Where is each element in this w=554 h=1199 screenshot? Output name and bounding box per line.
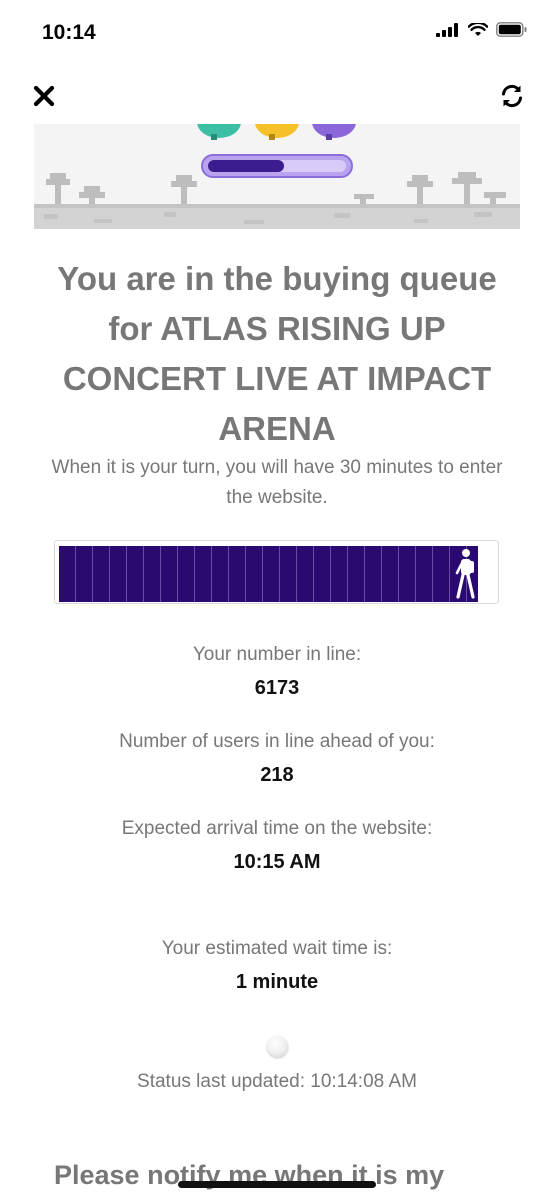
refresh-button[interactable] bbox=[498, 82, 526, 110]
queue-illustration bbox=[34, 124, 520, 229]
users-ahead-value: 218 bbox=[260, 764, 294, 786]
status-time: 10:14 bbox=[42, 21, 96, 44]
teal-creature-icon bbox=[197, 124, 241, 140]
pixel-scene bbox=[34, 124, 520, 229]
signal-icon bbox=[436, 22, 458, 37]
number-in-line: Your number in line: 6173 bbox=[0, 644, 554, 700]
queue-progress-fill bbox=[59, 546, 478, 602]
number-in-line-value: 6173 bbox=[254, 677, 300, 699]
queue-progress-bar bbox=[54, 540, 499, 604]
top-action-bar bbox=[0, 78, 554, 114]
estimated-wait-value: 1 minute bbox=[235, 971, 319, 993]
users-ahead-label: Number of users in line ahead of you: bbox=[119, 731, 435, 752]
status-last-updated: Status last updated: 10:14:08 AM bbox=[137, 1071, 417, 1092]
status-bar: 10:14 bbox=[0, 0, 554, 66]
loading-spinner-icon bbox=[267, 1036, 288, 1057]
queue-subtitle: When it is your turn, you will have 30 m… bbox=[51, 457, 503, 508]
close-button[interactable] bbox=[30, 82, 58, 110]
queue-title: You are in the buying queue for ATLAS RI… bbox=[57, 260, 497, 447]
hiker-icon bbox=[455, 549, 475, 599]
home-indicator bbox=[178, 1181, 376, 1188]
hero-progress-fill bbox=[208, 160, 284, 172]
estimated-wait: Your estimated wait time is: 1 minute bbox=[0, 938, 554, 994]
estimated-wait-label: Your estimated wait time is: bbox=[161, 938, 393, 959]
purple-creature-icon bbox=[312, 124, 356, 140]
users-ahead: Number of users in line ahead of you: 21… bbox=[0, 731, 554, 787]
expected-arrival-label: Expected arrival time on the website: bbox=[121, 818, 433, 839]
wifi-icon bbox=[468, 22, 488, 36]
close-icon bbox=[33, 85, 55, 107]
battery-icon bbox=[496, 22, 527, 37]
refresh-icon bbox=[502, 84, 522, 108]
number-in-line-label: Your number in line: bbox=[192, 644, 362, 665]
expected-arrival: Expected arrival time on the website: 10… bbox=[0, 818, 554, 874]
status-icons bbox=[436, 22, 528, 37]
yellow-creature-icon bbox=[255, 124, 299, 140]
expected-arrival-value: 10:15 AM bbox=[233, 851, 321, 873]
